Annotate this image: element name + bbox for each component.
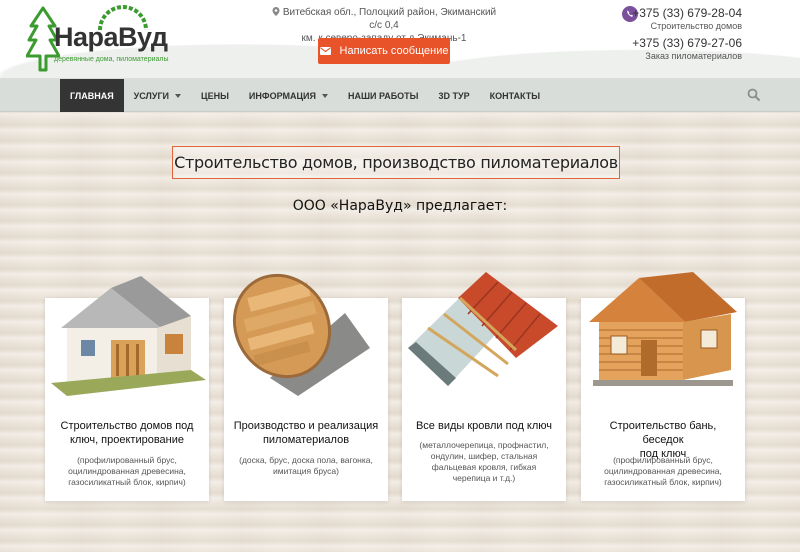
search-icon[interactable] [747, 88, 761, 102]
card-desc-line: оцилиндрованная древесина, [604, 466, 722, 476]
card-title-line: Все виды кровли под ключ [415, 420, 553, 432]
card-desc-line: газосиликатный блок, кирпич) [604, 477, 722, 487]
card-title-line: пиломатериалов [262, 434, 350, 446]
card-desc-line: оцилиндрованная древесина, [68, 466, 186, 476]
site-header: НараВуд деревянные дома, пиломатериалы В… [0, 0, 800, 79]
nav-item[interactable]: НАШИ РАБОТЫ [338, 79, 429, 112]
card-desc-line: фальцевая кровля, гибкая [431, 462, 537, 472]
nav-item[interactable]: ИНФОРМАЦИЯ [239, 79, 338, 112]
nav-item[interactable]: ГЛАВНАЯ [60, 79, 124, 112]
card-desc-line: черепица и т.д.) [452, 473, 516, 483]
roof-structure-image [408, 272, 558, 386]
nav-item[interactable]: 3D ТУР [428, 79, 479, 112]
nav-item[interactable]: КОНТАКТЫ [480, 79, 550, 112]
nav-item[interactable]: ЦЕНЫ [191, 79, 239, 112]
card-desc-line: (доска, брус, доска пола, вагонка, [239, 455, 373, 465]
address-line-1: Витебская обл., Полоцкий район, Экиманск… [282, 7, 497, 31]
service-card-house[interactable]: Строительство домов под ключ, проектиров… [45, 276, 209, 501]
nav-item-label: НАШИ РАБОТЫ [347, 90, 419, 101]
contacts-block: +375 (33) 679-28-04 Строительство домов … [632, 6, 742, 62]
card-title-line: ключ, проектирование [69, 434, 185, 446]
phone-construction[interactable]: +375 (33) 679-28-04 [632, 6, 742, 20]
nav-item-label: УСЛУГИ [133, 90, 170, 101]
card-title: Все виды кровли под ключ [410, 419, 558, 433]
card-title: Производство и реализация пиломатериалов [232, 419, 380, 447]
page-subtitle: ООО «НараВуд» предлагает: [292, 198, 508, 214]
site-logo[interactable]: НараВуд деревянные дома, пиломатериалы [26, 4, 169, 72]
logo-name: НараВуд [54, 22, 168, 52]
main-nav: ГЛАВНАЯ УСЛУГИ ЦЕНЫ ИНФОРМАЦИЯ НАШИ РАБОТЫ 3D… [0, 79, 800, 112]
write-message-button[interactable]: Написать сообщение [318, 38, 450, 64]
house-construction-image [51, 276, 206, 396]
card-description: (профилированный брус, оцилиндрованная д… [53, 455, 201, 488]
card-description: (доска, брус, доска пола, вагонка, имита… [232, 455, 380, 477]
logo-tagline: деревянные дома, пиломатериалы [54, 56, 169, 63]
nav-item-label: ЦЕНЫ [201, 90, 229, 101]
card-title-line: Строительство бань, беседок [609, 420, 717, 446]
phone-lumber-note: Заказ пиломатериалов [645, 51, 742, 61]
map-pin-icon [272, 7, 280, 16]
card-description: (профилированный брус, оцилиндрованная д… [589, 455, 737, 488]
card-desc-line: ондулин, шифер, стальная [430, 451, 538, 461]
card-title-line: Строительство домов под [60, 420, 194, 432]
card-title-line: Производство и реализация [233, 420, 379, 432]
write-message-label: Написать сообщение [339, 45, 449, 57]
nav-item-label: 3D ТУР [438, 90, 470, 101]
phone-construction-note: Строительство домов [650, 21, 742, 31]
card-desc-line: газосиликатный блок, кирпич) [68, 477, 186, 487]
chevron-down-icon [321, 93, 328, 98]
nav-item-label: КОНТАКТЫ [489, 90, 541, 101]
card-description: (металлочерепица, профнастил, ондулин, ш… [410, 440, 558, 484]
service-card-sauna[interactable]: Строительство бань, беседок под ключ (пр… [581, 272, 745, 501]
card-desc-line: (профилированный брус, [77, 455, 177, 465]
nav-item[interactable]: УСЛУГИ [124, 79, 191, 112]
nav-items: ГЛАВНАЯ УСЛУГИ ЦЕНЫ ИНФОРМАЦИЯ НАШИ РАБОТЫ 3D… [60, 79, 550, 112]
envelope-icon [319, 47, 331, 55]
card-desc-line: (профилированный брус, [613, 455, 713, 465]
nav-item-label: ГЛАВНАЯ [70, 90, 114, 101]
card-title: Строительство домов под ключ, проектиров… [53, 419, 201, 447]
service-card-lumber[interactable]: Производство и реализация пиломатериалов… [224, 273, 388, 501]
log-sauna-image [589, 272, 737, 386]
nav-item-label: ИНФОРМАЦИЯ [248, 90, 316, 101]
service-card-roofing[interactable]: Все виды кровли под ключ (металлочерепиц… [402, 272, 566, 501]
card-desc-line: (металлочерепица, профнастил, [419, 440, 549, 450]
card-desc-line: имитация бруса) [273, 466, 339, 476]
lumber-log-image [232, 273, 370, 396]
page-title: Строительство домов, производство пилома… [172, 146, 620, 179]
chevron-down-icon [175, 93, 182, 98]
phone-lumber[interactable]: +375 (33) 679-27-06 [632, 36, 742, 50]
